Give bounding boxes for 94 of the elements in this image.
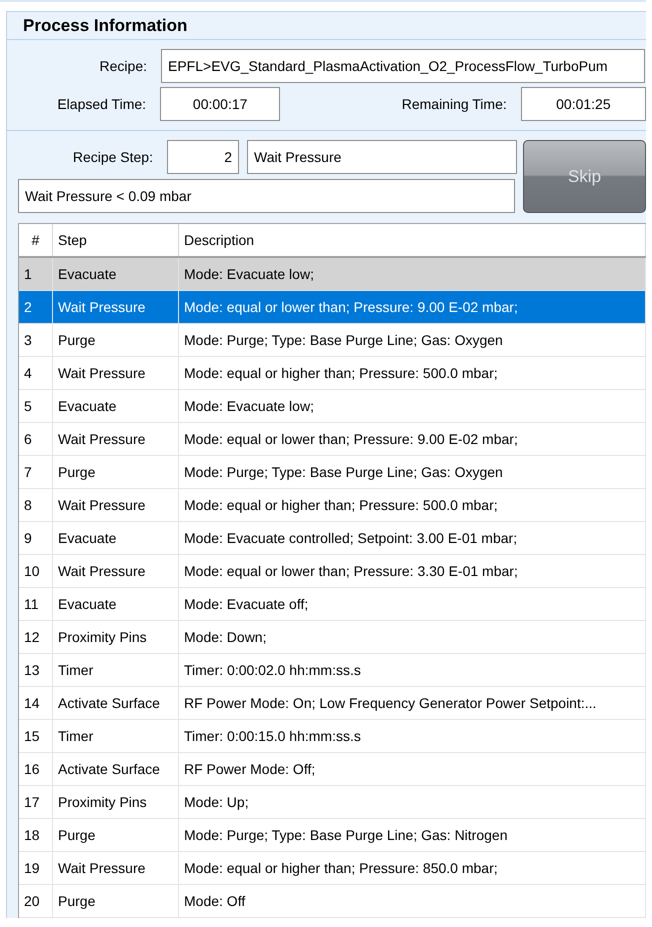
table-cell: 13	[19, 654, 53, 686]
table-cell: Mode: equal or higher than; Pressure: 850.0 mbar;	[179, 852, 646, 884]
table-row[interactable]: 9 Evacuate Mode: Evacuate controlled; Setpoint: 3.00 E-01 mbar;	[19, 522, 646, 555]
table-row[interactable]: 6 Wait Pressure Mode: equal or lower than; Pressure: 9.00 E-02 mbar;	[19, 423, 646, 456]
table-cell: Mode: equal or lower than; Pressure: 3.30 E-01 mbar;	[179, 555, 646, 587]
table-row[interactable]: 1 Evacuate Mode: Evacuate low;	[19, 258, 646, 291]
table-cell: 1	[19, 258, 53, 290]
table-cell: Mode: equal or higher than; Pressure: 500.0 mbar;	[179, 357, 646, 389]
table-cell: Timer	[53, 720, 179, 752]
table-cell: 6	[19, 423, 53, 455]
table-cell: Wait Pressure	[53, 489, 179, 521]
elapsed-time-label: Elapsed Time:	[56, 96, 148, 112]
table-cell: Mode: Evacuate low;	[179, 258, 646, 290]
table-cell: 18	[19, 819, 53, 851]
table-cell: Mode: Purge; Type: Base Purge Line; Gas: Oxygen	[179, 456, 646, 488]
step-number-field[interactable]: 2	[167, 140, 239, 174]
table-cell: 19	[19, 852, 53, 884]
table-cell: 15	[19, 720, 53, 752]
table-row[interactable]: 20 Purge Mode: Off	[19, 885, 646, 918]
table-cell: Mode: Purge; Type: Base Purge Line; Gas: Nitrogen	[179, 819, 646, 851]
table-cell: Wait Pressure	[53, 357, 179, 389]
table-cell: Mode: Purge; Type: Base Purge Line; Gas: Oxygen	[179, 324, 646, 356]
table-row[interactable]: 15 Timer Timer: 0:00:15.0 hh:mm:ss.s	[19, 720, 646, 753]
table-cell: Proximity Pins	[53, 621, 179, 653]
table-cell: Purge	[53, 456, 179, 488]
step-condition-field[interactable]: Wait Pressure < 0.09 mbar	[18, 179, 515, 213]
table-row[interactable]: 7 Purge Mode: Purge; Type: Base Purge Line; Gas: Oxygen	[19, 456, 646, 489]
table-cell: 8	[19, 489, 53, 521]
table-cell: 7	[19, 456, 53, 488]
table-cell: 11	[19, 588, 53, 620]
column-header[interactable]: Description	[179, 224, 646, 256]
table-row[interactable]: 4 Wait Pressure Mode: equal or higher than; Pressure: 500.0 mbar;	[19, 357, 646, 390]
table-row[interactable]: 18 Purge Mode: Purge; Type: Base Purge Line; Gas: Nitrogen	[19, 819, 646, 852]
table-cell: Purge	[53, 819, 179, 851]
table-cell: Evacuate	[53, 588, 179, 620]
recipe-field[interactable]: EPFL>EVG_Standard_PlasmaActivation_O2_ProcessFlow_TurboPum	[161, 49, 645, 83]
column-header[interactable]: #	[19, 224, 53, 256]
table-cell: Wait Pressure	[53, 555, 179, 587]
table-cell: Mode: equal or higher than; Pressure: 500.0 mbar;	[179, 489, 646, 521]
remaining-time-field[interactable]: 00:01:25	[520, 87, 646, 121]
table-cell: Activate Surface	[53, 687, 179, 719]
table-row[interactable]: 8 Wait Pressure Mode: equal or higher than; Pressure: 500.0 mbar;	[19, 489, 646, 522]
table-cell: 10	[19, 555, 53, 587]
table-cell: RF Power Mode: Off;	[179, 753, 646, 785]
table-cell: 4	[19, 357, 53, 389]
table-cell: Wait Pressure	[53, 423, 179, 455]
table-cell: Evacuate	[53, 258, 179, 290]
table-cell: 5	[19, 390, 53, 422]
table-cell: Wait Pressure	[53, 852, 179, 884]
table-row[interactable]: 5 Evacuate Mode: Evacuate low;	[19, 390, 646, 423]
recipe-step-label: Recipe Step:	[72, 149, 154, 165]
table-row[interactable]: 12 Proximity Pins Mode: Down;	[19, 621, 646, 654]
table-cell: Evacuate	[53, 390, 179, 422]
table-cell: Mode: Evacuate off;	[179, 588, 646, 620]
panel-title: Process Information	[7, 12, 646, 40]
table-cell: 14	[19, 687, 53, 719]
table-row[interactable]: 19 Wait Pressure Mode: equal or higher than; Pressure: 850.0 mbar;	[19, 852, 646, 885]
step-name-field[interactable]: Wait Pressure	[247, 140, 517, 174]
table-cell: RF Power Mode: On; Low Frequency Generator Power Setpoint:...	[179, 687, 646, 719]
table-cell: 3	[19, 324, 53, 356]
table-row[interactable]: 10 Wait Pressure Mode: equal or lower than; Pressure: 3.30 E-01 mbar;	[19, 555, 646, 588]
table-cell: Mode: equal or lower than; Pressure: 9.00 E-02 mbar;	[179, 423, 646, 455]
table-cell: Wait Pressure	[53, 291, 179, 323]
table-cell: 17	[19, 786, 53, 818]
table-cell: 9	[19, 522, 53, 554]
table-row[interactable]: 13 Timer Timer: 0:00:02.0 hh:mm:ss.s	[19, 654, 646, 687]
table-cell: Mode: equal or lower than; Pressure: 9.00 E-02 mbar;	[179, 291, 646, 323]
table-row[interactable]: 3 Purge Mode: Purge; Type: Base Purge Line; Gas: Oxygen	[19, 324, 646, 357]
table-cell: Activate Surface	[53, 753, 179, 785]
column-header[interactable]: Step	[53, 224, 179, 256]
table-row[interactable]: 11 Evacuate Mode: Evacuate off;	[19, 588, 646, 621]
table-cell: Mode: Evacuate low;	[179, 390, 646, 422]
table-cell: Proximity Pins	[53, 786, 179, 818]
table-cell: Mode: Evacuate controlled; Setpoint: 3.00 E-01 mbar;	[179, 522, 646, 554]
table-cell: Timer	[53, 654, 179, 686]
table-cell: Mode: Down;	[179, 621, 646, 653]
table-row[interactable]: 17 Proximity Pins Mode: Up;	[19, 786, 646, 819]
recipe-label: Recipe:	[98, 58, 148, 74]
table-cell: 12	[19, 621, 53, 653]
table-row[interactable]: 2 Wait Pressure Mode: equal or lower than; Pressure: 9.00 E-02 mbar;	[19, 291, 646, 324]
table-row[interactable]: 16 Activate Surface RF Power Mode: Off;	[19, 753, 646, 786]
table-row[interactable]: 14 Activate Surface RF Power Mode: On; Low Frequency Generator Power Setpoint:...	[19, 687, 646, 720]
table-cell: 20	[19, 885, 53, 917]
table-cell: 2	[19, 291, 53, 323]
table-cell: Timer: 0:00:02.0 hh:mm:ss.s	[179, 654, 646, 686]
table-cell: Mode: Off	[179, 885, 646, 917]
remaining-time-label: Remaining Time:	[400, 96, 508, 112]
table-cell: Evacuate	[53, 522, 179, 554]
table-cell: Purge	[53, 885, 179, 917]
table-cell: Timer: 0:00:15.0 hh:mm:ss.s	[179, 720, 646, 752]
table-cell: Purge	[53, 324, 179, 356]
elapsed-time-field[interactable]: 00:00:17	[160, 87, 280, 121]
table-cell: Mode: Up;	[179, 786, 646, 818]
table-cell: 16	[19, 753, 53, 785]
